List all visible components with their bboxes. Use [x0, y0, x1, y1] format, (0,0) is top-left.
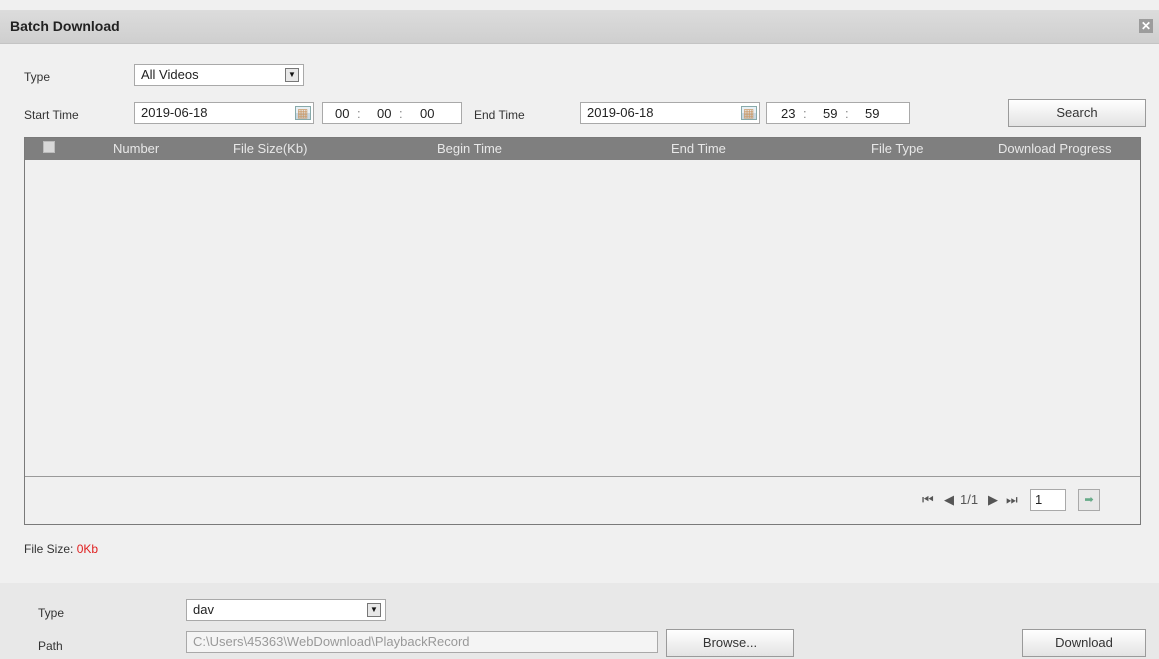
start-hour[interactable]: 00: [335, 106, 349, 121]
file-type-select[interactable]: dav ▼: [186, 599, 386, 621]
end-minute[interactable]: 59: [823, 106, 837, 121]
start-time-field[interactable]: 00 : 00 : 00: [322, 102, 462, 124]
pagination: ⏮ ◀ 1/1 ▶ ⏭ 1 ➡: [922, 489, 1122, 511]
start-date-field[interactable]: 2019-06-18: [134, 102, 314, 124]
title-bar: Batch Download ✕: [0, 10, 1159, 44]
dialog-title: Batch Download: [10, 18, 120, 34]
file-type-value: dav: [193, 602, 214, 617]
end-date-field[interactable]: 2019-06-18: [580, 102, 760, 124]
end-hour[interactable]: 23: [781, 106, 795, 121]
path-field[interactable]: C:\Users\45363\WebDownload\PlaybackRecor…: [186, 631, 658, 653]
end-time-label: End Time: [474, 108, 525, 122]
select-all-checkbox[interactable]: [43, 141, 55, 153]
column-header-begin-time[interactable]: Begin Time: [437, 141, 502, 156]
end-time-field[interactable]: 23 : 59 : 59: [766, 102, 910, 124]
grid-footer: ⏮ ◀ 1/1 ▶ ⏭ 1 ➡: [25, 476, 1140, 524]
next-page-icon[interactable]: ▶: [988, 492, 998, 508]
go-page-icon[interactable]: ➡: [1078, 489, 1100, 511]
download-button[interactable]: Download: [1022, 629, 1146, 657]
path-label: Path: [38, 639, 63, 653]
file-list-grid: Number File Size(Kb) Begin Time End Time…: [24, 137, 1141, 525]
search-button[interactable]: Search: [1008, 99, 1146, 127]
browse-button[interactable]: Browse...: [666, 629, 794, 657]
column-header-file-size[interactable]: File Size(Kb): [233, 141, 307, 156]
time-separator: :: [357, 106, 361, 121]
page-indicator: 1/1: [960, 492, 979, 507]
file-type-label: Type: [38, 606, 65, 620]
download-settings-panel: Type dav ▼ Path C:\Users\45363\WebDownlo…: [0, 583, 1159, 659]
grid-header: Number File Size(Kb) Begin Time End Time…: [25, 138, 1140, 160]
file-size-label: File Size:: [24, 542, 74, 556]
start-date-value: 2019-06-18: [141, 105, 208, 120]
first-page-icon[interactable]: ⏮: [922, 492, 934, 508]
chevron-down-icon[interactable]: ▼: [367, 603, 381, 617]
batch-download-dialog: Batch Download ✕ Type All Videos ▼ Start…: [0, 0, 1159, 659]
file-size-summary: File Size: 0Kb: [24, 542, 98, 556]
prev-page-icon[interactable]: ◀: [944, 492, 954, 508]
last-page-icon[interactable]: ⏭: [1006, 492, 1018, 508]
time-separator: :: [399, 106, 403, 121]
calendar-icon[interactable]: [741, 105, 757, 121]
video-type-select[interactable]: All Videos ▼: [134, 64, 304, 86]
start-minute[interactable]: 00: [377, 106, 391, 121]
column-header-download-progress[interactable]: Download Progress: [998, 141, 1111, 156]
calendar-icon[interactable]: [295, 105, 311, 121]
start-time-label: Start Time: [24, 108, 79, 122]
chevron-down-icon[interactable]: ▼: [285, 68, 299, 82]
type-label: Type: [24, 70, 51, 84]
column-header-file-type[interactable]: File Type: [871, 141, 924, 156]
video-type-value: All Videos: [141, 67, 199, 82]
column-header-number[interactable]: Number: [113, 141, 159, 156]
start-second[interactable]: 00: [420, 106, 434, 121]
close-icon[interactable]: ✕: [1139, 19, 1153, 33]
end-second[interactable]: 59: [865, 106, 879, 121]
file-size-value: 0Kb: [76, 542, 99, 556]
end-date-value: 2019-06-18: [587, 105, 654, 120]
page-number-input[interactable]: 1: [1030, 489, 1066, 511]
time-separator: :: [845, 106, 849, 121]
time-separator: :: [803, 106, 807, 121]
column-header-end-time[interactable]: End Time: [671, 141, 726, 156]
